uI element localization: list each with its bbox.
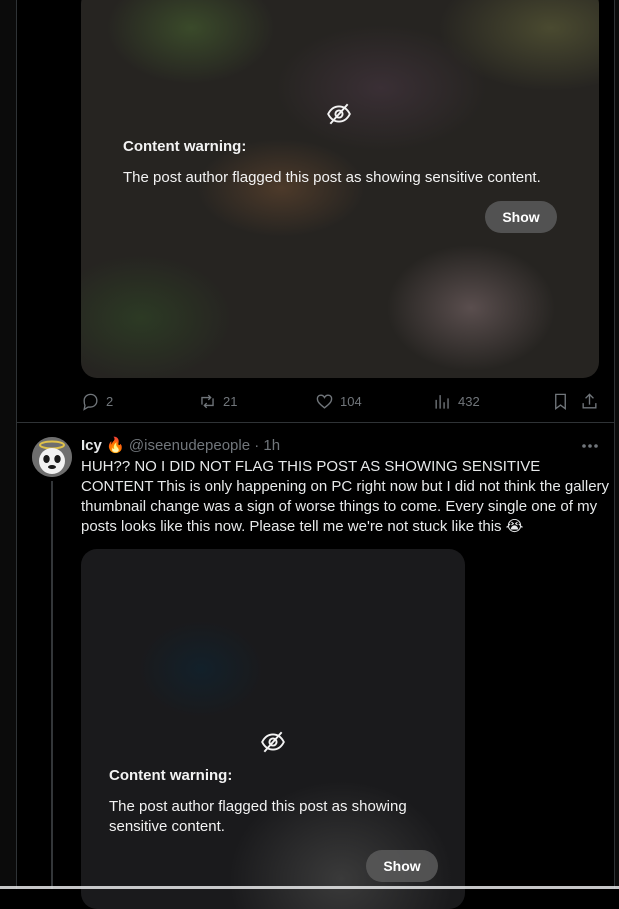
- reply-button[interactable]: 2: [81, 389, 113, 413]
- like-button[interactable]: 104: [315, 389, 362, 413]
- scrollbar[interactable]: [614, 0, 619, 889]
- left-column-edge: [0, 0, 17, 889]
- more-icon[interactable]: [580, 437, 600, 455]
- share-button[interactable]: [580, 389, 599, 413]
- author-handle[interactable]: @iseenudepeople: [129, 437, 250, 454]
- thread-line: [51, 481, 53, 889]
- like-icon: [316, 393, 333, 409]
- bookmark-icon: [555, 393, 566, 410]
- post-text: HUH?? NO I DID NOT FLAG THIS POST AS SHO…: [81, 458, 610, 535]
- post-header: Icy 🔥 @iseenudepeople · 1h: [81, 436, 280, 454]
- post-time[interactable]: 1h: [263, 437, 280, 454]
- sensitive-media-overlay[interactable]: Content warning: The post author flagged…: [81, 0, 599, 378]
- content-warning-title: Content warning:: [123, 138, 247, 155]
- repost-count: 21: [223, 393, 238, 409]
- repost-button[interactable]: 21: [198, 389, 237, 413]
- show-button[interactable]: Show: [485, 201, 557, 233]
- avatar-image: [32, 437, 72, 477]
- share-icon: [582, 392, 597, 409]
- views-button[interactable]: 432: [433, 389, 480, 413]
- repost-icon: [201, 394, 214, 408]
- views-icon: [435, 394, 449, 409]
- content-warning-title-2: Content warning:: [109, 767, 233, 784]
- content-warning-text-2: The post author flagged this post as sho…: [109, 798, 407, 835]
- author-emoji: 🔥: [106, 437, 125, 454]
- sensitive-media-overlay-2[interactable]: Content warning: The post author flagged…: [81, 549, 465, 909]
- eye-slash-icon: [327, 103, 351, 125]
- header-separator: ·: [254, 437, 260, 454]
- eye-slash-icon: [261, 731, 285, 753]
- reply-count: 2: [106, 393, 114, 409]
- reply-icon: [83, 393, 98, 411]
- author-name[interactable]: Icy: [81, 437, 102, 454]
- post-action-bar: 2 21 104 432: [81, 389, 599, 413]
- show-button-2[interactable]: Show: [366, 850, 438, 882]
- post-divider: [16, 422, 615, 423]
- bookmark-button[interactable]: [551, 389, 570, 413]
- like-count: 104: [340, 393, 362, 409]
- view-count: 432: [458, 393, 480, 409]
- avatar[interactable]: [32, 437, 72, 477]
- content-warning-text: The post author flagged this post as sho…: [123, 169, 541, 186]
